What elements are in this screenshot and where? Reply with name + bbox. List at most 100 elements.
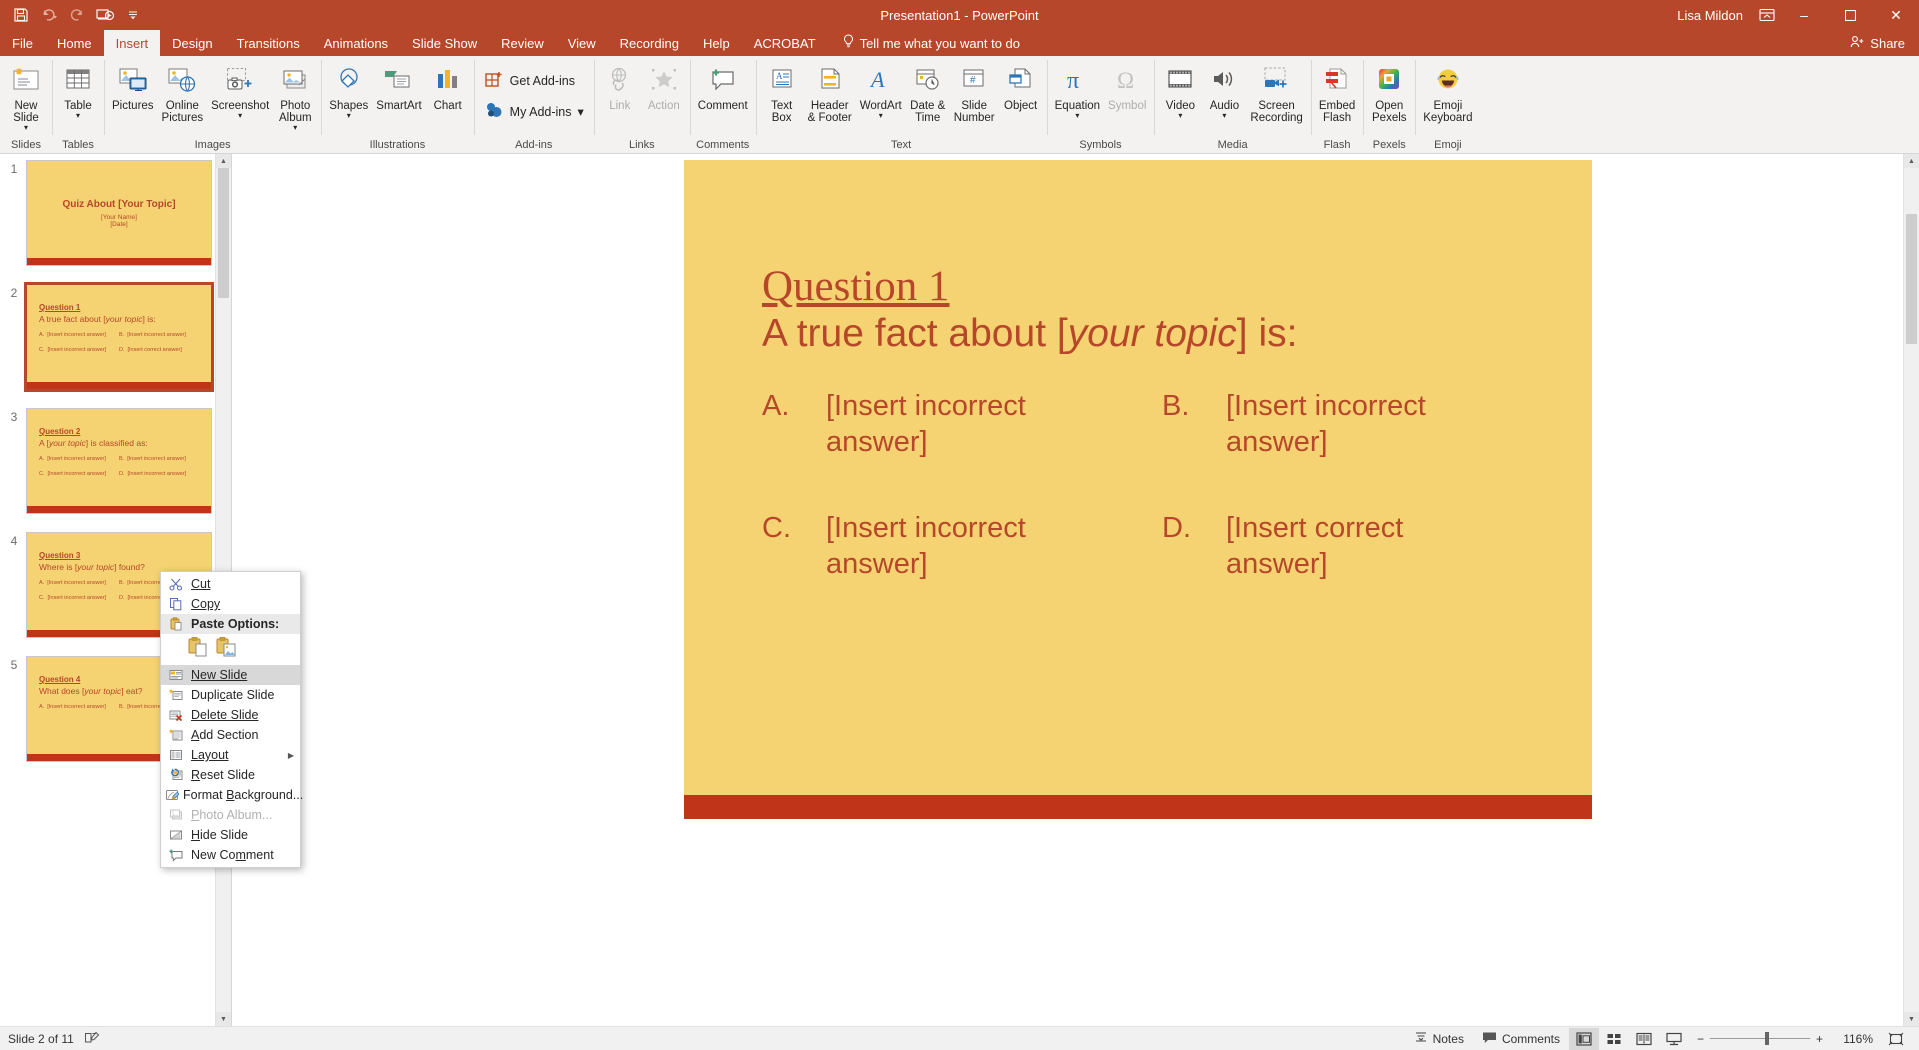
context-menu-item-format-background[interactable]: Format Background...: [161, 785, 303, 805]
share-button[interactable]: Share: [1850, 30, 1919, 56]
tab-home[interactable]: Home: [45, 30, 104, 56]
scrollbar-thumb[interactable]: [1906, 214, 1917, 344]
save-icon[interactable]: [8, 3, 34, 27]
slide-answer-d[interactable]: D. [Insert correct answer]: [1162, 510, 1476, 582]
user-account-name[interactable]: Lisa Mildon: [1677, 8, 1753, 23]
slide-show-view-button[interactable]: [1659, 1028, 1689, 1050]
minimize-button[interactable]: –: [1781, 0, 1827, 30]
screenshot-button[interactable]: Screenshot ▾: [207, 60, 273, 120]
tab-design[interactable]: Design: [160, 30, 224, 56]
screen-recording-button[interactable]: Screen Recording: [1246, 60, 1306, 124]
zoom-slider-handle[interactable]: [1764, 1032, 1769, 1045]
notes-button[interactable]: Notes: [1405, 1028, 1473, 1050]
emoji-keyboard-button[interactable]: Emoji Keyboard: [1419, 60, 1476, 124]
close-button[interactable]: ✕: [1873, 0, 1919, 30]
context-menu-item-delete-slide[interactable]: Delete Slide: [161, 705, 300, 725]
redo-icon[interactable]: [64, 3, 90, 27]
table-button[interactable]: Table ▾: [56, 60, 100, 120]
tell-me-search[interactable]: Tell me what you want to do: [828, 30, 1020, 56]
reading-view-button[interactable]: [1629, 1028, 1659, 1050]
paste-picture-icon[interactable]: [215, 636, 237, 661]
context-menu-item-layout[interactable]: Layout ▶: [161, 745, 300, 765]
context-menu-item-cut[interactable]: Cut: [161, 574, 300, 594]
current-slide[interactable]: Question 1 A true fact about [your topic…: [684, 160, 1592, 819]
text-box-button[interactable]: A Text Box: [760, 60, 804, 124]
accessibility-icon[interactable]: [84, 1030, 100, 1047]
scrollbar-thumb[interactable]: [218, 168, 229, 298]
tab-file[interactable]: File: [0, 30, 45, 56]
ribbon-display-options-icon[interactable]: [1753, 1, 1781, 29]
paste-keep-formatting-icon[interactable]: [187, 636, 209, 661]
slide-question-prompt[interactable]: A true fact about [your topic] is:: [762, 312, 1297, 356]
tab-view[interactable]: View: [556, 30, 608, 56]
ribbon-group-pexels: Open Pexels Pexels: [1363, 56, 1415, 153]
tab-acrobat[interactable]: ACROBAT: [742, 30, 828, 56]
slide-answer-a[interactable]: A. [Insert incorrect answer]: [762, 388, 1076, 460]
video-button[interactable]: Video ▾: [1158, 60, 1202, 120]
tab-help[interactable]: Help: [691, 30, 742, 56]
symbol-button[interactable]: Ω Symbol: [1104, 60, 1150, 112]
scroll-down-icon[interactable]: ▼: [216, 1012, 231, 1026]
list-item[interactable]: 2 Question 1 A true fact about [your top…: [0, 282, 215, 392]
zoom-out-button[interactable]: −: [1697, 1032, 1704, 1046]
undo-icon[interactable]: [36, 3, 62, 27]
object-button[interactable]: Object: [999, 60, 1043, 112]
context-menu-item-new-slide[interactable]: New Slide: [161, 665, 300, 685]
header-footer-button[interactable]: Header & Footer: [804, 60, 856, 124]
list-item[interactable]: 1 Quiz About [Your Topic] [Your Name] [D…: [0, 160, 215, 266]
context-menu-item-reset-slide[interactable]: Reset Slide: [161, 765, 300, 785]
tab-review[interactable]: Review: [489, 30, 556, 56]
get-addins-button[interactable]: Get Add-ins: [478, 66, 590, 95]
context-menu-item-copy[interactable]: Copy: [161, 594, 300, 614]
slide-answer-c[interactable]: C. [Insert incorrect answer]: [762, 510, 1076, 582]
zoom-control[interactable]: − + 116%: [1689, 1032, 1881, 1046]
maximize-button[interactable]: [1827, 0, 1873, 30]
slide-thumbnail-1[interactable]: Quiz About [Your Topic] [Your Name] [Dat…: [26, 160, 212, 266]
new-slide-button[interactable]: New Slide ▾: [4, 60, 48, 132]
pictures-button[interactable]: Pictures: [108, 60, 158, 112]
slide-vertical-scrollbar[interactable]: ▲ ▼: [1903, 154, 1919, 1026]
slide-title[interactable]: Question 1: [762, 262, 950, 311]
date-time-button[interactable]: Date & Time: [906, 60, 950, 124]
slide-thumbnail-3[interactable]: Question 2 A [your topic] is classified …: [26, 408, 212, 514]
scroll-up-icon[interactable]: ▲: [216, 154, 231, 168]
tab-transitions[interactable]: Transitions: [225, 30, 312, 56]
audio-button[interactable]: Audio ▾: [1202, 60, 1246, 120]
smartart-button[interactable]: SmartArt: [372, 60, 425, 112]
fit-to-window-button[interactable]: [1881, 1028, 1911, 1050]
slide-sorter-view-button[interactable]: [1599, 1028, 1629, 1050]
context-menu-item-hide-slide[interactable]: Hide Slide: [161, 825, 300, 845]
start-from-beginning-icon[interactable]: [92, 3, 118, 27]
zoom-level-label[interactable]: 116%: [1829, 1032, 1873, 1046]
slide-answer-b[interactable]: B. [Insert incorrect answer]: [1162, 388, 1476, 460]
comments-button[interactable]: Comments: [1473, 1028, 1569, 1050]
zoom-slider-track[interactable]: [1709, 1032, 1810, 1045]
tab-slide-show[interactable]: Slide Show: [400, 30, 489, 56]
tab-recording[interactable]: Recording: [608, 30, 691, 56]
normal-view-button[interactable]: [1568, 1027, 1599, 1050]
customize-qat-icon[interactable]: [120, 3, 146, 27]
link-button[interactable]: Link: [598, 60, 642, 112]
context-menu-item-duplicate-slide[interactable]: Duplicate Slide: [161, 685, 300, 705]
my-addins-button[interactable]: My Add-ins ▾: [478, 97, 590, 126]
action-button[interactable]: Action: [642, 60, 686, 112]
comment-button[interactable]: Comment: [694, 60, 752, 112]
chart-button[interactable]: Chart: [426, 60, 470, 112]
zoom-in-button[interactable]: +: [1816, 1032, 1823, 1046]
tab-insert[interactable]: Insert: [103, 30, 161, 56]
slide-number-button[interactable]: # Slide Number: [950, 60, 999, 124]
tab-animations[interactable]: Animations: [312, 30, 400, 56]
online-pictures-button[interactable]: Online Pictures: [158, 60, 208, 124]
list-item[interactable]: 3 Question 2 A [your topic] is classifie…: [0, 408, 215, 514]
open-pexels-button[interactable]: Open Pexels: [1367, 60, 1411, 124]
scroll-down-icon[interactable]: ▼: [1904, 1012, 1919, 1026]
shapes-button[interactable]: Shapes ▾: [325, 60, 372, 120]
slide-thumbnail-2[interactable]: Question 1 A true fact about [your topic…: [24, 282, 214, 392]
photo-album-button[interactable]: Photo Album ▾: [273, 60, 317, 132]
context-menu-item-new-comment[interactable]: New Comment: [161, 845, 300, 865]
wordart-button[interactable]: A WordArt ▾: [856, 60, 906, 120]
scroll-up-icon[interactable]: ▲: [1904, 154, 1919, 168]
equation-button[interactable]: π Equation ▾: [1051, 60, 1104, 120]
context-menu-item-add-section[interactable]: Add Section: [161, 725, 300, 745]
embed-flash-button[interactable]: Embed Flash: [1315, 60, 1359, 124]
